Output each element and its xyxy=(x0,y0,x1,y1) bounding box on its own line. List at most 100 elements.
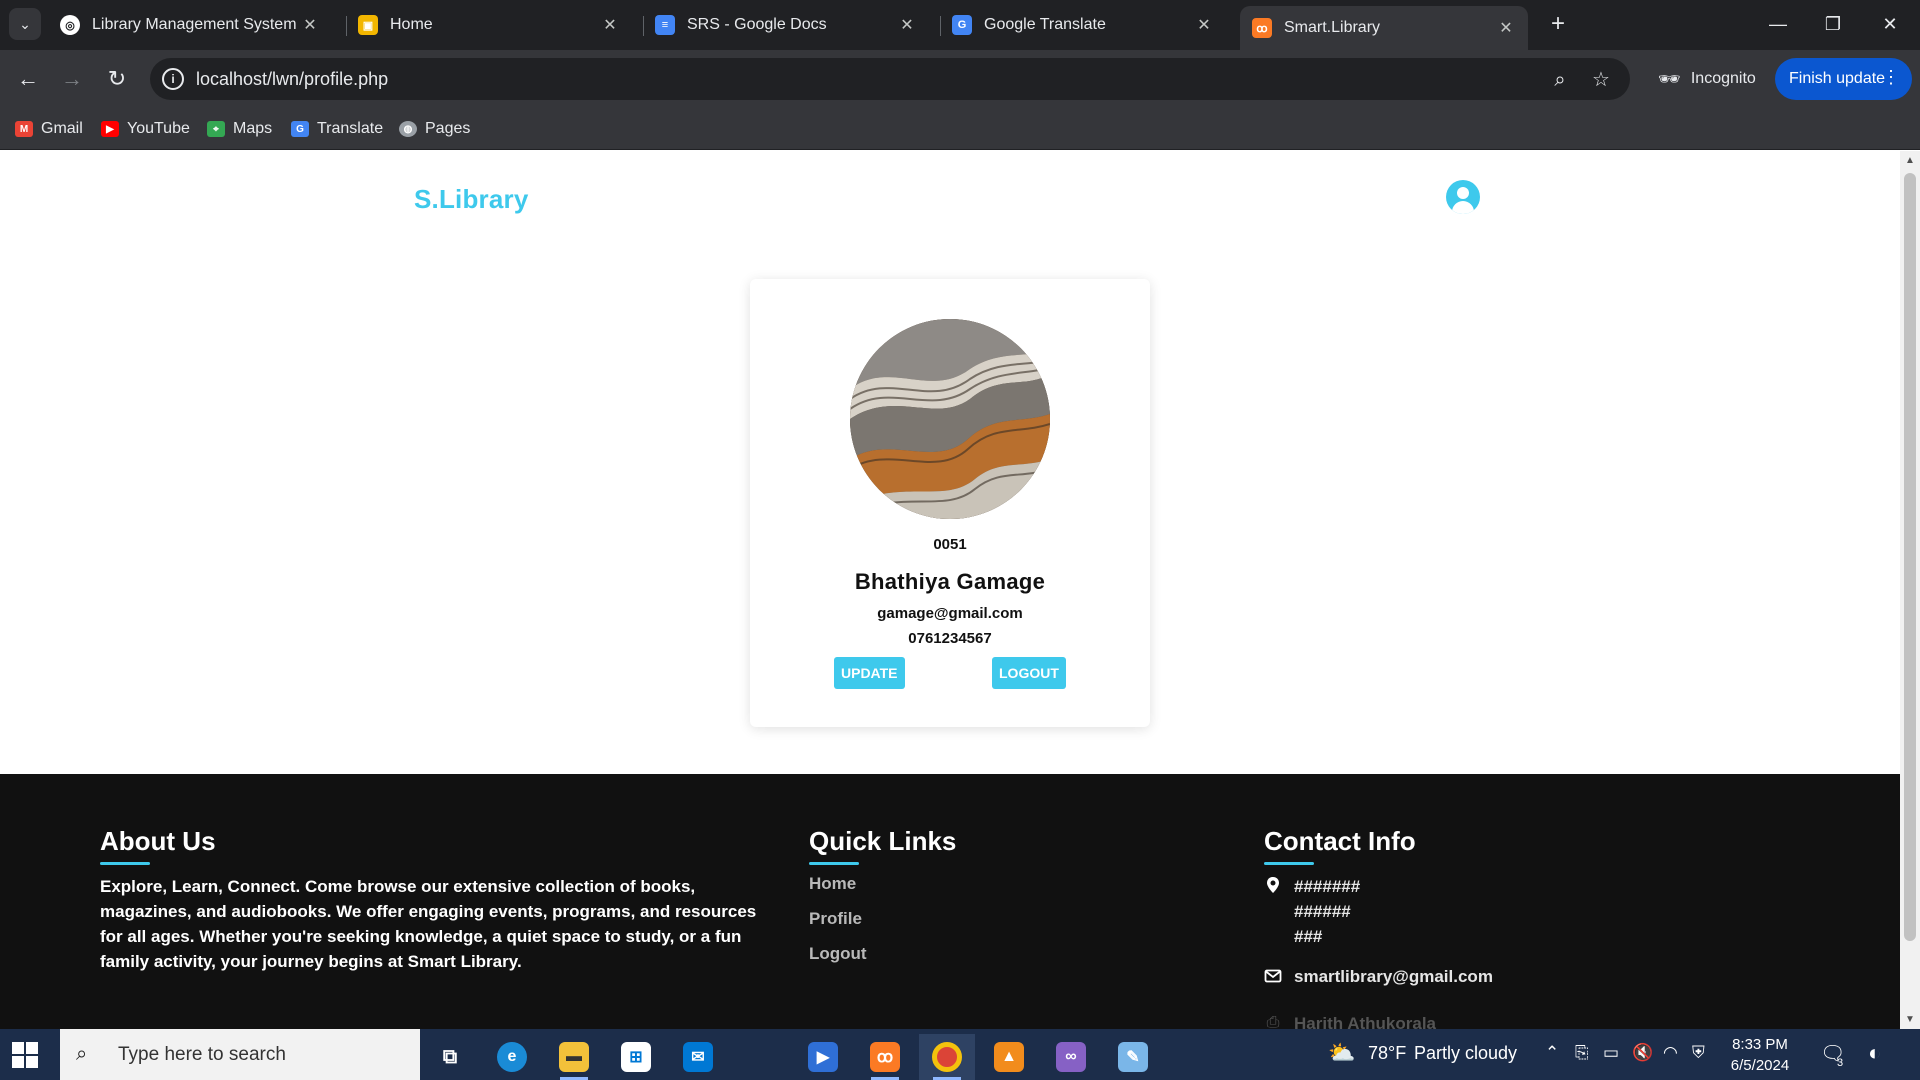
reload-icon[interactable]: ↻ xyxy=(101,63,133,95)
footer-link-profile[interactable]: Profile xyxy=(809,909,862,929)
xampp-icon[interactable]: ꝏ xyxy=(857,1034,913,1080)
chrome-icon[interactable] xyxy=(919,1034,975,1080)
kebab-menu-icon[interactable]: ⋮ xyxy=(1882,67,1900,88)
site-logo[interactable]: S.Library xyxy=(414,184,529,215)
translate-icon: G xyxy=(952,15,972,35)
library-photo xyxy=(850,319,1050,519)
close-icon[interactable]: ✕ xyxy=(600,15,620,35)
bookmark-gmail[interactable]: M Gmail xyxy=(15,118,83,140)
member-phone: 0761234567 xyxy=(908,630,992,647)
bookmark-youtube[interactable]: ▶ YouTube xyxy=(101,118,190,140)
incognito-indicator[interactable]: 🕶 Incognito xyxy=(1646,58,1772,100)
translate-icon: G xyxy=(291,121,309,137)
bookmark-pages[interactable]: ◍ Pages xyxy=(399,118,470,140)
footer-link-logout[interactable]: Logout xyxy=(809,944,867,964)
paint-icon[interactable]: ✎ xyxy=(1105,1034,1161,1080)
mail-icon[interactable]: ✉ xyxy=(670,1034,726,1080)
address-bar[interactable]: i localhost/lwn/profile.php ⌕ ☆ xyxy=(150,58,1630,100)
tab-strip: ⌄ ◎ Library Management System & ✕ ▣ Home… xyxy=(0,0,1920,50)
windows-start-icon[interactable] xyxy=(12,1042,38,1068)
page-scrollbar[interactable]: ▲ ▼ xyxy=(1900,151,1920,1029)
back-arrow-icon[interactable]: ← xyxy=(12,63,44,95)
about-heading: About Us xyxy=(100,826,216,856)
logout-button[interactable]: LOGOUT xyxy=(992,657,1066,689)
bookmark-translate[interactable]: G Translate xyxy=(291,118,383,140)
app-orange-icon[interactable]: ▲ xyxy=(981,1034,1037,1080)
meet-icon[interactable]: ⎘ xyxy=(1575,1043,1589,1063)
task-view-icon[interactable]: ⧉ xyxy=(422,1034,478,1080)
xampp-icon: ꝏ xyxy=(1252,18,1272,38)
bookmark-label: Gmail xyxy=(41,120,83,137)
tab-title: SRS - Google Docs xyxy=(687,16,827,33)
tab-title: Library Management System & xyxy=(92,16,300,33)
globe-icon: ◍ xyxy=(399,121,417,137)
finish-update-label: Finish update xyxy=(1789,70,1886,87)
clock-date: 6/5/2024 xyxy=(1730,1057,1790,1074)
file-explorer-icon[interactable]: ▬ xyxy=(546,1034,602,1080)
microsoft-store-icon[interactable]: ⊞ xyxy=(608,1034,664,1080)
close-icon[interactable]: ✕ xyxy=(1194,15,1214,35)
star-icon[interactable]: ☆ xyxy=(1587,66,1615,94)
footer-link-home[interactable]: Home xyxy=(809,874,856,894)
new-tab-button[interactable]: + xyxy=(1544,10,1572,38)
openai-icon: ◎ xyxy=(60,15,80,35)
site-footer: About Us Explore, Learn, Connect. Come b… xyxy=(0,774,1900,1029)
browser-toolbar: ← → ↻ i localhost/lwn/profile.php ⌕ ☆ 🕶 … xyxy=(0,50,1920,108)
tab-library-management[interactable]: ◎ Library Management System & ✕ xyxy=(48,6,332,44)
taskbar-search[interactable]: ⌕ Type here to search xyxy=(60,1029,420,1080)
battery-icon[interactable]: ▭ xyxy=(1603,1043,1619,1063)
security-icon[interactable]: ⛨ xyxy=(1692,1043,1705,1063)
forward-arrow-icon[interactable]: → xyxy=(56,63,88,95)
scroll-thumb[interactable] xyxy=(1904,173,1916,941)
heading-underline xyxy=(809,862,859,865)
close-window-icon[interactable]: ✕ xyxy=(1872,8,1908,40)
tab-search-button[interactable]: ⌄ xyxy=(9,8,41,40)
bookmark-label: Maps xyxy=(233,120,273,137)
visual-studio-icon[interactable]: ∞ xyxy=(1043,1034,1099,1080)
weather-icon[interactable]: ⛅ xyxy=(1328,1040,1355,1066)
contact-name: Harith Athukorala xyxy=(1294,1014,1437,1029)
weather-description[interactable]: Partly cloudy xyxy=(1414,1043,1517,1064)
member-id: 0051 xyxy=(933,536,967,553)
tab-google-translate[interactable]: G Google Translate ✕ xyxy=(940,6,1226,44)
bookmarks-bar: M Gmail ▶ YouTube ⌖ Maps G Translate ◍ P… xyxy=(0,108,1920,150)
tab-home[interactable]: ▣ Home ✕ xyxy=(346,6,632,44)
about-text: Explore, Learn, Connect. Come browse our… xyxy=(100,877,757,971)
profile-avatar xyxy=(850,319,1050,519)
tab-title: Smart.Library xyxy=(1284,19,1381,36)
zoom-icon[interactable]: ⌕ xyxy=(1546,66,1574,94)
chevron-up-icon[interactable]: ⌃ xyxy=(1545,1043,1559,1063)
bookmark-maps[interactable]: ⌖ Maps xyxy=(207,118,272,140)
quick-links-heading: Quick Links xyxy=(809,826,957,856)
wifi-icon[interactable]: ◠ xyxy=(1663,1043,1678,1063)
finish-update-button[interactable]: Finish update ⋮ xyxy=(1775,58,1912,100)
tab-srs-docs[interactable]: ≡ SRS - Google Docs ✕ xyxy=(643,6,929,44)
taskbar-search-placeholder: Type here to search xyxy=(118,1043,286,1065)
tab-smart-library[interactable]: ꝏ Smart.Library ✕ xyxy=(1240,6,1528,50)
edge-icon[interactable]: e xyxy=(484,1034,540,1080)
page-viewport: S.Library 0051 Bhathiya Gamage gamage@gm… xyxy=(0,151,1900,1029)
weather-temperature[interactable]: 78°F xyxy=(1368,1043,1406,1064)
notification-count: 3 xyxy=(1837,1057,1844,1069)
info-icon[interactable]: i xyxy=(162,68,184,90)
minimize-icon[interactable]: — xyxy=(1760,8,1796,40)
widgets-icon[interactable]: ◐ xyxy=(1868,1040,1881,1066)
tab-title: Google Translate xyxy=(984,16,1106,33)
close-icon[interactable]: ✕ xyxy=(897,15,917,35)
taskbar-clock[interactable]: 8:33 PM 6/5/2024 xyxy=(1720,1034,1800,1076)
heading-underline xyxy=(1264,862,1314,865)
url-text[interactable]: localhost/lwn/profile.php xyxy=(196,69,388,90)
printer-icon: ⎙ xyxy=(1266,1014,1280,1029)
scroll-up-arrow-icon[interactable]: ▲ xyxy=(1905,155,1915,166)
copilot-icon[interactable]: ▶ xyxy=(795,1034,851,1080)
volume-muted-icon[interactable]: 🔇 xyxy=(1632,1043,1653,1063)
restore-icon[interactable]: ❐ xyxy=(1815,8,1851,40)
close-icon[interactable]: ✕ xyxy=(1496,18,1516,38)
close-icon[interactable]: ✕ xyxy=(300,15,320,35)
user-profile-icon[interactable] xyxy=(1446,180,1480,214)
bookmark-label: Pages xyxy=(425,120,471,137)
envelope-icon xyxy=(1264,967,1282,985)
update-button[interactable]: UPDATE xyxy=(834,657,905,689)
bookmark-label: YouTube xyxy=(127,120,190,137)
scroll-down-arrow-icon[interactable]: ▼ xyxy=(1905,1014,1915,1025)
